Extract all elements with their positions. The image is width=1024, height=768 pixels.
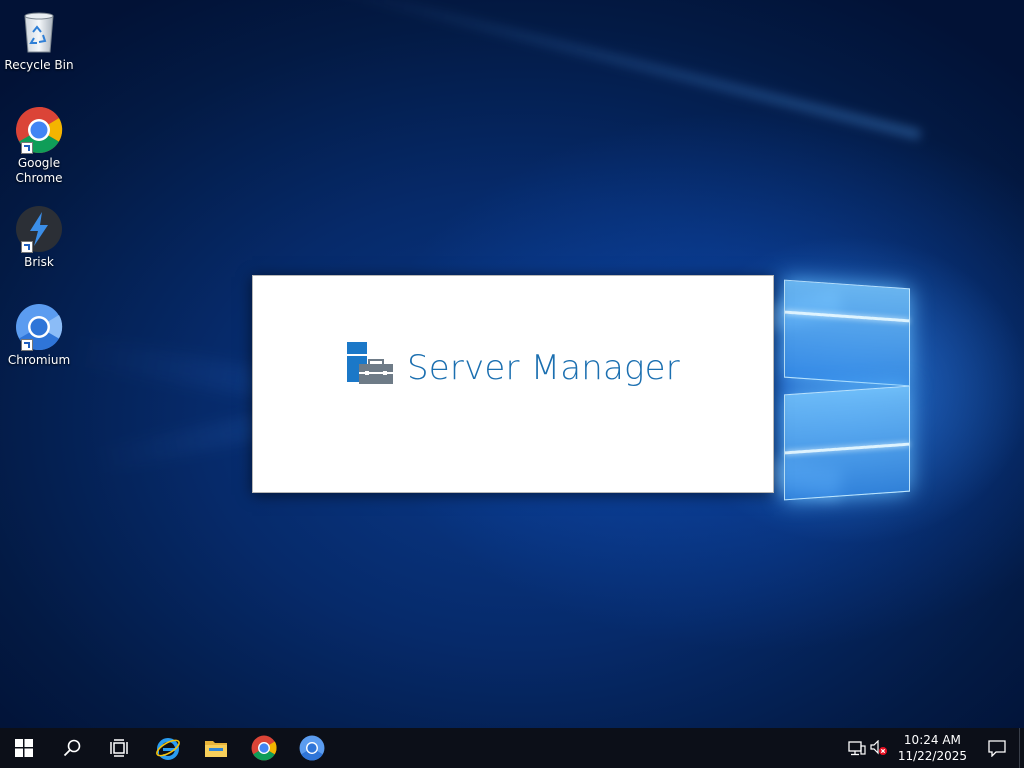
desktop-icon-recycle-bin[interactable]: Recycle Bin bbox=[4, 8, 74, 73]
search-icon bbox=[63, 739, 81, 757]
chromium-icon bbox=[299, 735, 325, 761]
desktop-icon-label: Google Chrome bbox=[15, 156, 63, 185]
taskbar-internet-explorer[interactable] bbox=[144, 728, 192, 768]
search-button[interactable] bbox=[48, 728, 96, 768]
network-icon bbox=[848, 741, 866, 756]
desktop-icon-chromium[interactable]: Chromium bbox=[4, 303, 74, 368]
volume-button[interactable] bbox=[868, 728, 890, 768]
taskbar-chrome[interactable] bbox=[240, 728, 288, 768]
chromium-icon bbox=[15, 303, 63, 351]
server-manager-splash: Server Manager bbox=[252, 275, 774, 493]
action-center-icon bbox=[988, 740, 1006, 757]
shortcut-arrow-icon bbox=[21, 339, 33, 351]
desktop-icon-label: Chromium bbox=[7, 353, 71, 367]
desktop-icon-label: Recycle Bin bbox=[4, 58, 74, 72]
windows-start-icon bbox=[15, 739, 33, 757]
clock-date: 11/22/2025 bbox=[897, 749, 967, 763]
desktop-icon-label: Brisk bbox=[24, 255, 54, 269]
windows-logo-pane bbox=[784, 385, 910, 501]
desktop-icon-brisk[interactable]: Brisk bbox=[4, 205, 74, 270]
network-button[interactable] bbox=[846, 728, 868, 768]
clock-time: 10:24 AM bbox=[903, 733, 961, 747]
task-view-icon bbox=[110, 739, 128, 757]
clock[interactable]: 10:24 AM 11/22/2025 bbox=[890, 732, 975, 764]
shortcut-arrow-icon bbox=[21, 241, 33, 253]
recycle-bin-icon bbox=[15, 8, 63, 56]
action-center-button[interactable] bbox=[975, 728, 1019, 768]
taskbar-chromium[interactable] bbox=[288, 728, 336, 768]
windows-logo-pane bbox=[784, 279, 910, 387]
chrome-icon bbox=[15, 106, 63, 154]
shortcut-arrow-icon bbox=[21, 142, 33, 154]
brisk-icon bbox=[15, 205, 63, 253]
server-manager-icon bbox=[347, 342, 395, 386]
task-view-button[interactable] bbox=[96, 728, 144, 768]
show-desktop-button[interactable] bbox=[1019, 728, 1024, 768]
splash-title: Server Manager bbox=[407, 348, 680, 388]
system-tray: 10:24 AM 11/22/2025 bbox=[846, 728, 1024, 768]
internet-explorer-icon bbox=[156, 738, 180, 760]
volume-muted-icon bbox=[870, 740, 887, 755]
file-explorer-icon bbox=[205, 741, 227, 757]
desktop-wallpaper: Recycle Bin Google Chrome Brisk Chromium… bbox=[0, 0, 1024, 728]
taskbar-file-explorer[interactable] bbox=[192, 728, 240, 768]
chrome-icon bbox=[251, 735, 277, 761]
taskbar: 10:24 AM 11/22/2025 bbox=[0, 728, 1024, 768]
desktop-icon-google-chrome[interactable]: Google Chrome bbox=[4, 106, 74, 186]
start-button[interactable] bbox=[0, 728, 48, 768]
light-beam bbox=[317, 0, 922, 140]
